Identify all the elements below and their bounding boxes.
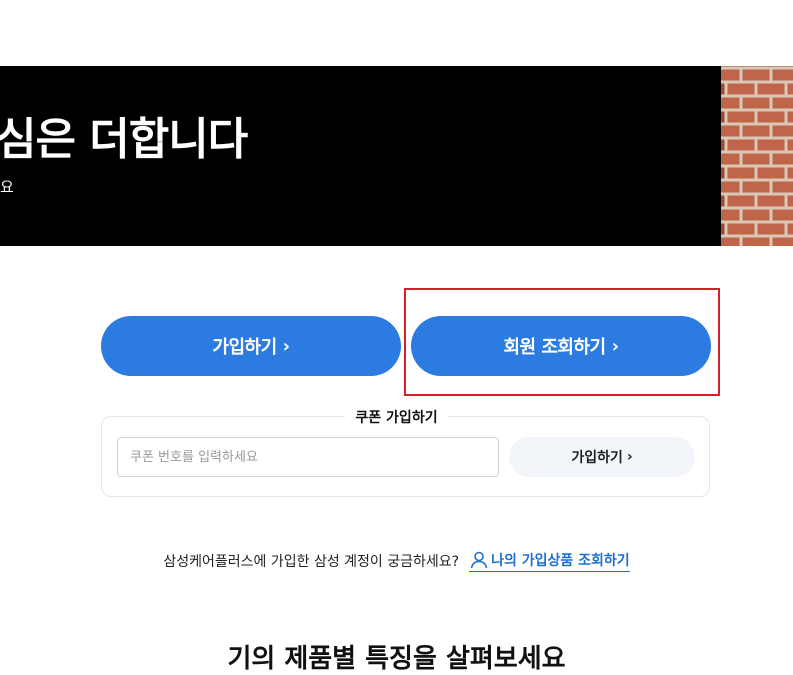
chevron-right-icon: ›: [611, 335, 619, 357]
account-help-question: 삼성케어플러스에 가입한 삼성 계정이 궁금하세요?: [163, 554, 460, 570]
member-lookup-button[interactable]: 회원 조회하기 ›: [411, 316, 711, 376]
brick-wall-image: [721, 66, 793, 246]
coupon-title: 쿠폰 가입하기: [0, 407, 793, 427]
account-help-row: 삼성케어플러스에 가입한 삼성 계정이 궁금하세요? 나의 가입상품 조회하기: [0, 550, 793, 572]
section-heading: 기의 제품별 특징을 살펴보세요: [227, 644, 566, 674]
coupon-code-input[interactable]: [117, 437, 499, 477]
coupon-join-button[interactable]: 가입하기 ›: [509, 437, 695, 477]
banner-subtitle: 요: [0, 178, 14, 196]
hero-banner: 심은 더합니다 요: [0, 66, 721, 246]
coupon-join-button-label: 가입하기: [571, 450, 623, 466]
my-products-lookup-label: 나의 가입상품 조회하기: [491, 553, 630, 569]
my-products-lookup-link[interactable]: 나의 가입상품 조회하기: [469, 550, 630, 572]
join-button[interactable]: 가입하기 ›: [101, 316, 401, 376]
join-button-label: 가입하기: [212, 337, 277, 358]
chevron-right-icon: ›: [626, 449, 633, 465]
user-icon: [470, 551, 488, 569]
banner-title: 심은 더합니다: [0, 114, 248, 165]
member-lookup-button-label: 회원 조회하기: [503, 337, 606, 358]
chevron-right-icon: ›: [282, 335, 290, 357]
